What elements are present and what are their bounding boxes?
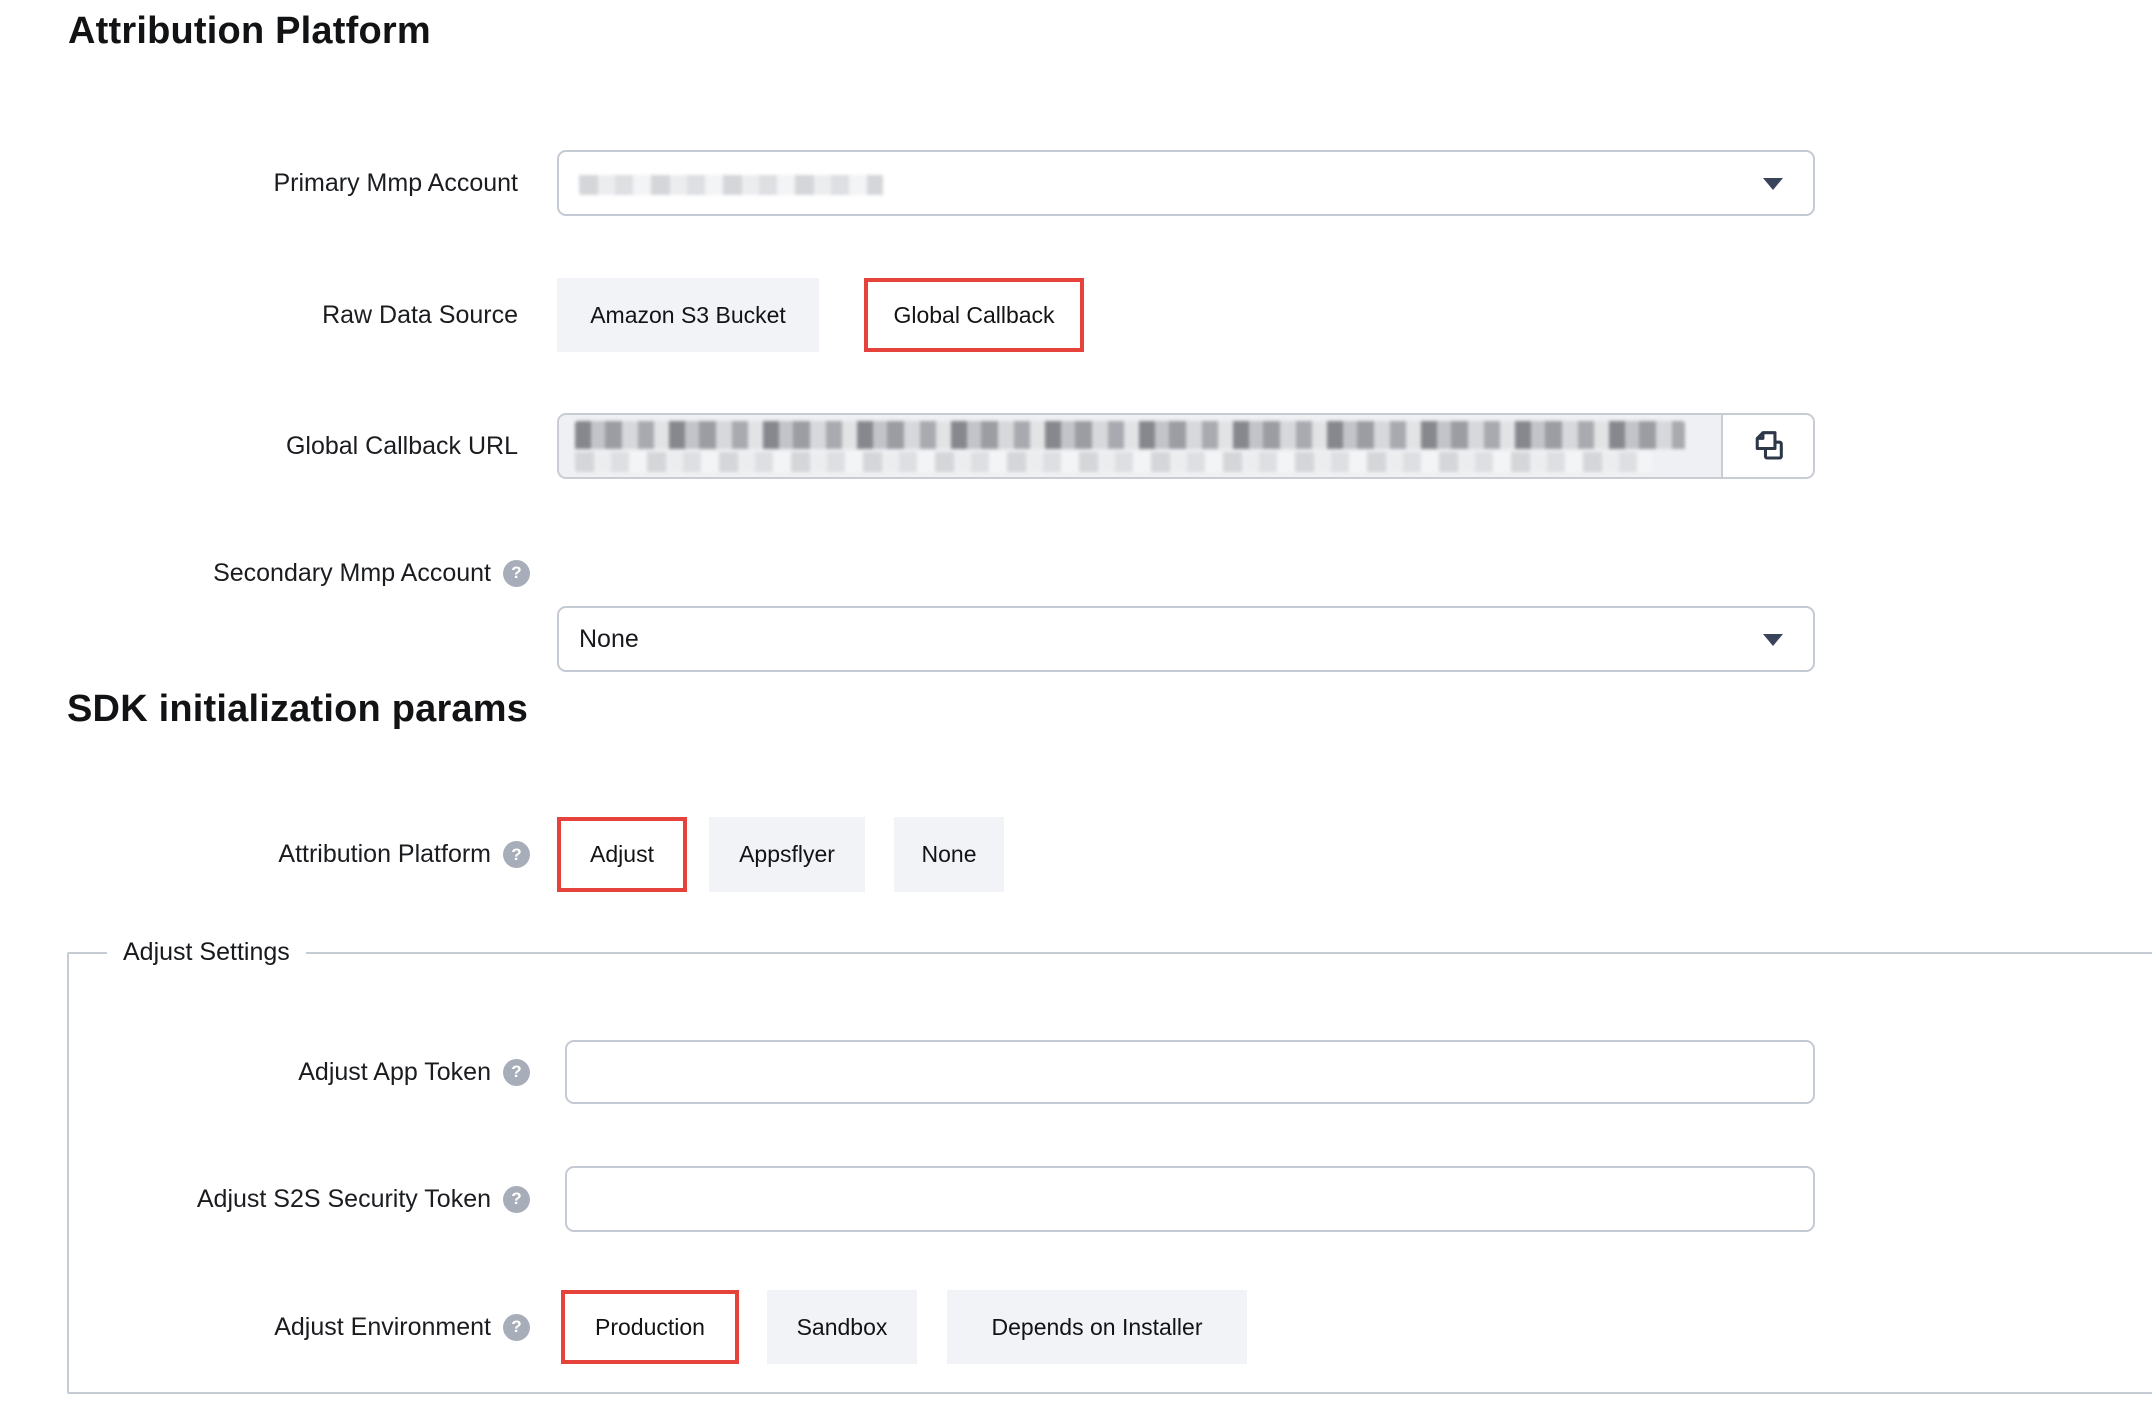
adjust-environment-label-text: Adjust Environment [274, 1313, 491, 1342]
secondary-mmp-account-label: Secondary Mmp Account ? [0, 540, 530, 606]
raw-data-source-label: Raw Data Source [0, 278, 518, 352]
global-callback-url-label-text: Global Callback URL [286, 432, 518, 461]
help-icon[interactable]: ? [503, 1186, 530, 1213]
attribution-platform-label-text: Attribution Platform [278, 840, 491, 869]
raw-data-source-label-text: Raw Data Source [322, 301, 518, 330]
copy-icon [1749, 427, 1787, 465]
adjust-environment-option-production[interactable]: Production [561, 1290, 739, 1364]
dropdown-arrow-icon [1763, 178, 1783, 190]
global-callback-url-label: Global Callback URL [0, 413, 518, 479]
copy-url-button[interactable] [1723, 413, 1815, 479]
adjust-settings-legend: Adjust Settings [107, 938, 306, 967]
attribution-platform-option-adjust[interactable]: Adjust [557, 817, 687, 892]
global-callback-url-redacted-value [575, 421, 1685, 472]
help-icon[interactable]: ? [503, 841, 530, 868]
help-icon[interactable]: ? [503, 1314, 530, 1341]
adjust-app-token-label-text: Adjust App Token [298, 1058, 491, 1087]
attribution-platform-option-appsflyer[interactable]: Appsflyer [709, 817, 865, 892]
attribution-platform-option-none[interactable]: None [894, 817, 1004, 892]
adjust-app-token-label: Adjust App Token ? [0, 1040, 530, 1104]
global-callback-url-field[interactable] [557, 413, 1723, 479]
help-icon[interactable]: ? [503, 560, 530, 587]
adjust-app-token-input[interactable] [565, 1040, 1815, 1104]
adjust-s2s-security-token-input[interactable] [565, 1166, 1815, 1232]
primary-mmp-account-redacted-value [579, 172, 909, 195]
secondary-mmp-account-value: None [579, 625, 639, 654]
primary-mmp-account-label: Primary Mmp Account [0, 150, 518, 216]
secondary-mmp-account-select[interactable]: None [557, 606, 1815, 672]
adjust-environment-option-sandbox[interactable]: Sandbox [767, 1290, 917, 1364]
dropdown-arrow-icon [1763, 634, 1783, 646]
primary-mmp-account-select[interactable] [557, 150, 1815, 216]
raw-data-source-option-global-callback[interactable]: Global Callback [864, 278, 1084, 352]
adjust-s2s-security-token-label-text: Adjust S2S Security Token [197, 1185, 491, 1214]
raw-data-source-option-amazon-s3-bucket[interactable]: Amazon S3 Bucket [557, 278, 819, 352]
adjust-environment-label: Adjust Environment ? [0, 1290, 530, 1364]
help-icon[interactable]: ? [503, 1059, 530, 1086]
section-title-attribution-platform: Attribution Platform [68, 10, 431, 53]
adjust-s2s-security-token-label: Adjust S2S Security Token ? [0, 1166, 530, 1232]
attribution-platform-label: Attribution Platform ? [0, 817, 530, 892]
section-title-sdk-initialization-params: SDK initialization params [67, 688, 528, 731]
primary-mmp-account-label-text: Primary Mmp Account [273, 169, 518, 198]
secondary-mmp-account-label-text: Secondary Mmp Account [213, 559, 491, 588]
adjust-environment-option-depends-on-installer[interactable]: Depends on Installer [947, 1290, 1247, 1364]
